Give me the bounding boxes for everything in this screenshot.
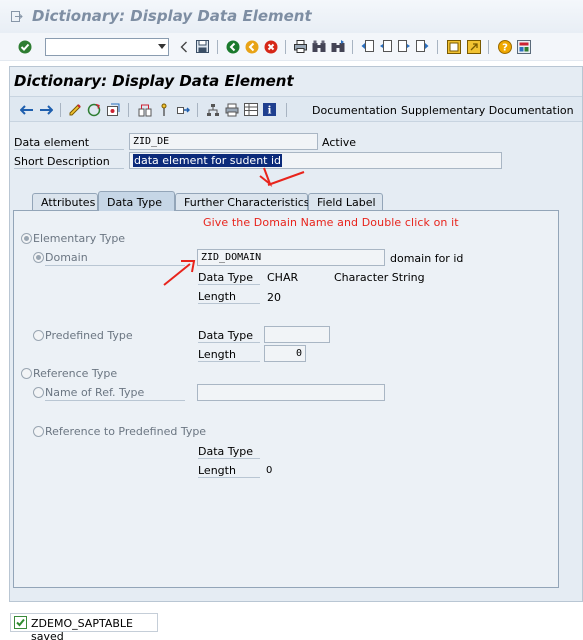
find-icon[interactable]	[311, 39, 326, 54]
length-label: Length	[198, 290, 260, 304]
svg-text:?: ?	[502, 42, 508, 53]
info-icon[interactable]: i	[262, 102, 277, 117]
where-used-icon[interactable]	[137, 102, 152, 117]
short-description-value: data element for sudent id	[133, 154, 283, 167]
forward-arrow-icon[interactable]	[38, 102, 53, 117]
title-bar: Dictionary: Display Data Element	[0, 0, 583, 33]
object-list-icon[interactable]	[156, 102, 171, 117]
standard-toolbar: ?	[0, 33, 583, 61]
data-type-description: Character String	[334, 271, 425, 284]
first-page-icon[interactable]	[360, 39, 375, 54]
ref-length-label: Length	[198, 464, 260, 478]
layout-icon[interactable]	[516, 39, 531, 54]
print-icon[interactable]	[293, 39, 308, 54]
tab-field-label[interactable]: Field Label	[308, 193, 383, 210]
find-next-icon[interactable]	[330, 39, 345, 54]
tab-further-characteristics[interactable]: Further Characteristics	[175, 193, 310, 210]
short-description-label: Short Description	[14, 155, 124, 169]
domain-label: Domain	[45, 251, 88, 264]
predefined-type-radio[interactable]	[33, 330, 44, 341]
data-element-label: Data element	[14, 136, 124, 150]
ref-type-name-field[interactable]	[197, 384, 385, 401]
edit-pencil-icon[interactable]	[67, 102, 82, 117]
navigate-icon[interactable]	[175, 102, 190, 117]
toolbar-separator	[286, 103, 287, 117]
toolbar-separator	[128, 103, 129, 117]
reference-type-radio[interactable]	[21, 368, 32, 379]
predefined-data-type-field[interactable]	[264, 326, 330, 343]
reference-type-label: Reference Type	[33, 367, 118, 380]
ref-type-name-underline	[45, 400, 185, 401]
ref-predefined-radio[interactable]	[33, 426, 44, 437]
ref-length-value: 0	[266, 465, 273, 476]
domain-label-underline	[45, 265, 185, 266]
window-title: Dictionary: Display Data Element	[32, 7, 312, 25]
application-toolbar: i Documentation Supplementary Documentat…	[10, 96, 582, 122]
short-description-field[interactable]: data element for sudent id	[129, 152, 502, 169]
chevron-down-icon[interactable]	[158, 44, 166, 49]
toolbar-separator	[217, 40, 218, 54]
next-page-icon[interactable]	[396, 39, 411, 54]
hierarchy-icon[interactable]	[205, 102, 220, 117]
ref-type-name-radio[interactable]	[33, 387, 44, 398]
data-type-label: Data Type	[198, 271, 260, 285]
domain-description: domain for id	[390, 252, 464, 265]
cancel-icon[interactable]	[263, 39, 278, 54]
toolbar-separator	[437, 40, 438, 54]
status-text: Active	[322, 136, 357, 149]
toolbar-separator	[197, 103, 198, 117]
ref-type-name-label: Name of Ref. Type	[45, 386, 145, 399]
domain-field[interactable]: ZID_DOMAIN	[197, 249, 385, 266]
save-icon[interactable]	[195, 39, 210, 54]
new-session-icon[interactable]	[446, 39, 461, 54]
supplementary-documentation-button[interactable]: Supplementary Documentation	[401, 104, 574, 117]
command-field[interactable]	[45, 38, 169, 56]
predefined-length-label: Length	[198, 348, 260, 362]
tab-attributes[interactable]: Attributes	[32, 193, 98, 210]
status-bar: ZDEMO_SAPTABLE saved	[10, 613, 158, 640]
green-back-icon[interactable]	[225, 39, 240, 54]
predefined-type-label: Predefined Type	[45, 329, 133, 342]
last-page-icon[interactable]	[414, 39, 429, 54]
toolbar-separator	[488, 40, 489, 54]
documentation-button[interactable]: Documentation	[312, 104, 397, 117]
ref-predefined-label: Reference to Predefined Type	[45, 425, 207, 438]
length-value: 20	[267, 291, 281, 304]
annotation-hint: Give the Domain Name and Double click on…	[203, 216, 459, 229]
print-list-icon[interactable]	[224, 102, 239, 117]
back-arrow-icon[interactable]	[19, 102, 34, 117]
predefined-data-type-label: Data Type	[198, 329, 260, 343]
menu-icon[interactable]	[11, 11, 23, 22]
elementary-type-radio[interactable]	[21, 233, 32, 244]
elementary-type-label: Elementary Type	[33, 232, 126, 245]
success-check-icon	[14, 616, 27, 629]
screen-title: Dictionary: Display Data Element	[14, 72, 294, 90]
ref-data-type-label: Data Type	[198, 445, 260, 459]
display-change-icon[interactable]	[86, 102, 101, 117]
toolbar-separator	[285, 40, 286, 54]
tab-data-type[interactable]: Data Type	[98, 191, 175, 211]
domain-radio[interactable]	[33, 252, 44, 263]
help-icon[interactable]: ?	[497, 39, 512, 54]
exit-icon[interactable]	[244, 39, 259, 54]
toolbar-separator	[352, 40, 353, 54]
enter-icon[interactable]	[17, 39, 32, 54]
data-element-field[interactable]: ZID_DE	[129, 133, 318, 150]
back-arrow-icon[interactable]	[176, 39, 191, 54]
table-view-icon[interactable]	[243, 102, 258, 117]
toolbar-separator	[60, 103, 61, 117]
svg-text:i: i	[268, 106, 272, 117]
shortcut-icon[interactable]	[466, 39, 481, 54]
command-input[interactable]	[46, 39, 150, 55]
predefined-length-field[interactable]: 0	[264, 345, 306, 362]
prev-page-icon[interactable]	[378, 39, 393, 54]
status-message: ZDEMO_SAPTABLE saved	[31, 617, 133, 640]
activate-icon[interactable]	[105, 102, 120, 117]
data-type-value: CHAR	[267, 271, 299, 284]
